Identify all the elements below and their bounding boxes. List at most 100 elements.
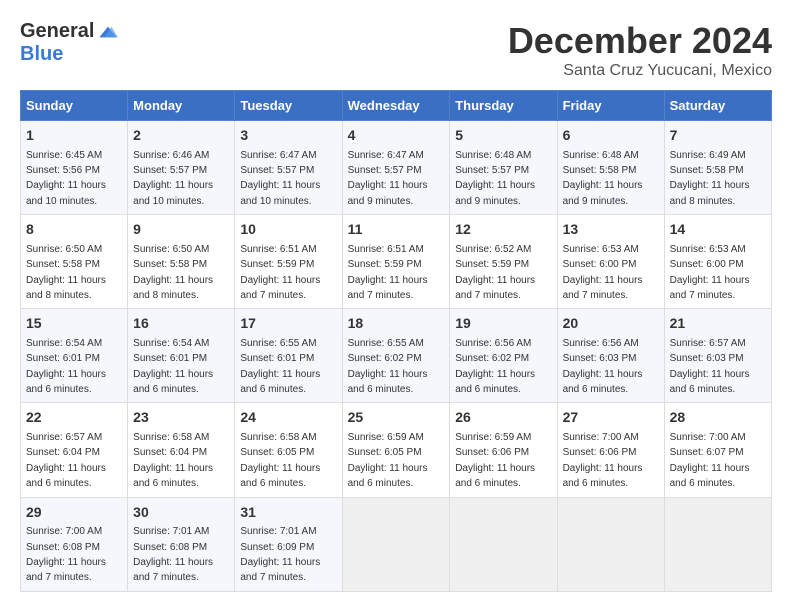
- day-number: 31: [240, 503, 336, 523]
- logo-general: General: [20, 20, 94, 43]
- day-info: Sunrise: 6:45 AM Sunset: 5:56 PM Dayligh…: [26, 150, 106, 207]
- day-info: Sunrise: 6:48 AM Sunset: 5:58 PM Dayligh…: [563, 150, 643, 207]
- day-info: Sunrise: 6:58 AM Sunset: 6:04 PM Dayligh…: [133, 432, 213, 489]
- calendar-cell: 1 Sunrise: 6:45 AM Sunset: 5:56 PM Daylig…: [21, 121, 128, 215]
- calendar-cell: 22 Sunrise: 6:57 AM Sunset: 6:04 PM Dayli…: [21, 403, 128, 497]
- day-info: Sunrise: 7:01 AM Sunset: 6:08 PM Dayligh…: [133, 526, 213, 583]
- day-number: 20: [563, 314, 659, 334]
- day-info: Sunrise: 6:47 AM Sunset: 5:57 PM Dayligh…: [240, 150, 320, 207]
- calendar-cell: [557, 497, 664, 591]
- calendar-header-row: SundayMondayTuesdayWednesdayThursdayFrid…: [21, 91, 772, 121]
- day-number: 1: [26, 126, 122, 146]
- day-info: Sunrise: 6:47 AM Sunset: 5:57 PM Dayligh…: [348, 150, 428, 207]
- day-number: 4: [348, 126, 445, 146]
- day-info: Sunrise: 6:56 AM Sunset: 6:02 PM Dayligh…: [455, 338, 535, 395]
- day-info: Sunrise: 6:48 AM Sunset: 5:57 PM Dayligh…: [455, 150, 535, 207]
- calendar-cell: 28 Sunrise: 7:00 AM Sunset: 6:07 PM Dayli…: [664, 403, 771, 497]
- day-info: Sunrise: 6:57 AM Sunset: 6:03 PM Dayligh…: [670, 338, 750, 395]
- day-number: 29: [26, 503, 122, 523]
- month-title: December 2024: [508, 20, 772, 62]
- calendar-header-wednesday: Wednesday: [342, 91, 450, 121]
- calendar-cell: 5Sunrise: 6:48 AM Sunset: 5:57 PM Daylig…: [450, 121, 557, 215]
- calendar-cell: 16 Sunrise: 6:54 AM Sunset: 6:01 PM Dayli…: [128, 309, 235, 403]
- day-number: 11: [348, 220, 445, 240]
- calendar-header-friday: Friday: [557, 91, 664, 121]
- day-info: Sunrise: 6:57 AM Sunset: 6:04 PM Dayligh…: [26, 432, 106, 489]
- day-number: 8: [26, 220, 122, 240]
- calendar-cell: 4 Sunrise: 6:47 AM Sunset: 5:57 PM Daylig…: [342, 121, 450, 215]
- day-number: 16: [133, 314, 229, 334]
- calendar-cell: 19Sunrise: 6:56 AM Sunset: 6:02 PM Dayli…: [450, 309, 557, 403]
- day-number: 15: [26, 314, 122, 334]
- day-info: Sunrise: 6:46 AM Sunset: 5:57 PM Dayligh…: [133, 150, 213, 207]
- calendar-header-monday: Monday: [128, 91, 235, 121]
- calendar-cell: 13 Sunrise: 6:53 AM Sunset: 6:00 PM Dayli…: [557, 215, 664, 309]
- day-info: Sunrise: 6:51 AM Sunset: 5:59 PM Dayligh…: [348, 244, 428, 301]
- day-number: 9: [133, 220, 229, 240]
- calendar-cell: 18Sunrise: 6:55 AM Sunset: 6:02 PM Dayli…: [342, 309, 450, 403]
- day-number: 21: [670, 314, 766, 334]
- calendar-cell: 23 Sunrise: 6:58 AM Sunset: 6:04 PM Dayli…: [128, 403, 235, 497]
- day-info: Sunrise: 6:59 AM Sunset: 6:06 PM Dayligh…: [455, 432, 535, 489]
- calendar-cell: 11 Sunrise: 6:51 AM Sunset: 5:59 PM Dayli…: [342, 215, 450, 309]
- day-number: 14: [670, 220, 766, 240]
- day-number: 27: [563, 408, 659, 428]
- calendar-header-saturday: Saturday: [664, 91, 771, 121]
- calendar-week-2: 8 Sunrise: 6:50 AM Sunset: 5:58 PM Daylig…: [21, 215, 772, 309]
- calendar-cell: [664, 497, 771, 591]
- calendar-week-5: 29 Sunrise: 7:00 AM Sunset: 6:08 PM Dayli…: [21, 497, 772, 591]
- day-info: Sunrise: 7:00 AM Sunset: 6:08 PM Dayligh…: [26, 526, 106, 583]
- day-number: 3: [240, 126, 336, 146]
- day-number: 23: [133, 408, 229, 428]
- day-info: Sunrise: 6:51 AM Sunset: 5:59 PM Dayligh…: [240, 244, 320, 301]
- day-number: 7: [670, 126, 766, 146]
- calendar-cell: 8 Sunrise: 6:50 AM Sunset: 5:58 PM Daylig…: [21, 215, 128, 309]
- day-info: Sunrise: 6:56 AM Sunset: 6:03 PM Dayligh…: [563, 338, 643, 395]
- calendar-header-tuesday: Tuesday: [235, 91, 342, 121]
- day-info: Sunrise: 6:49 AM Sunset: 5:58 PM Dayligh…: [670, 150, 750, 207]
- day-number: 22: [26, 408, 122, 428]
- day-number: 10: [240, 220, 336, 240]
- day-info: Sunrise: 6:53 AM Sunset: 6:00 PM Dayligh…: [670, 244, 750, 301]
- calendar-cell: 2Sunrise: 6:46 AM Sunset: 5:57 PM Daylig…: [128, 121, 235, 215]
- day-info: Sunrise: 6:55 AM Sunset: 6:02 PM Dayligh…: [348, 338, 428, 395]
- day-number: 25: [348, 408, 445, 428]
- calendar-cell: 10 Sunrise: 6:51 AM Sunset: 5:59 PM Dayli…: [235, 215, 342, 309]
- day-info: Sunrise: 6:50 AM Sunset: 5:58 PM Dayligh…: [26, 244, 106, 301]
- calendar-cell: 3 Sunrise: 6:47 AM Sunset: 5:57 PM Daylig…: [235, 121, 342, 215]
- day-info: Sunrise: 7:00 AM Sunset: 6:07 PM Dayligh…: [670, 432, 750, 489]
- calendar-cell: 14 Sunrise: 6:53 AM Sunset: 6:00 PM Dayli…: [664, 215, 771, 309]
- calendar-cell: 6 Sunrise: 6:48 AM Sunset: 5:58 PM Daylig…: [557, 121, 664, 215]
- day-info: Sunrise: 6:52 AM Sunset: 5:59 PM Dayligh…: [455, 244, 535, 301]
- day-info: Sunrise: 6:54 AM Sunset: 6:01 PM Dayligh…: [26, 338, 106, 395]
- day-info: Sunrise: 7:01 AM Sunset: 6:09 PM Dayligh…: [240, 526, 320, 583]
- calendar-cell: 12Sunrise: 6:52 AM Sunset: 5:59 PM Dayli…: [450, 215, 557, 309]
- calendar-week-4: 22 Sunrise: 6:57 AM Sunset: 6:04 PM Dayli…: [21, 403, 772, 497]
- calendar-cell: 17Sunrise: 6:55 AM Sunset: 6:01 PM Dayli…: [235, 309, 342, 403]
- calendar-cell: [342, 497, 450, 591]
- day-number: 13: [563, 220, 659, 240]
- day-number: 26: [455, 408, 551, 428]
- header: General Blue December 2024 Santa Cruz Yu…: [20, 20, 772, 80]
- calendar-cell: 29 Sunrise: 7:00 AM Sunset: 6:08 PM Dayli…: [21, 497, 128, 591]
- calendar: SundayMondayTuesdayWednesdayThursdayFrid…: [20, 90, 772, 592]
- day-number: 6: [563, 126, 659, 146]
- calendar-cell: 7 Sunrise: 6:49 AM Sunset: 5:58 PM Daylig…: [664, 121, 771, 215]
- day-info: Sunrise: 6:54 AM Sunset: 6:01 PM Dayligh…: [133, 338, 213, 395]
- day-info: Sunrise: 6:55 AM Sunset: 6:01 PM Dayligh…: [240, 338, 320, 395]
- day-number: 28: [670, 408, 766, 428]
- calendar-cell: 30Sunrise: 7:01 AM Sunset: 6:08 PM Dayli…: [128, 497, 235, 591]
- calendar-header-sunday: Sunday: [21, 91, 128, 121]
- calendar-cell: [450, 497, 557, 591]
- day-info: Sunrise: 6:50 AM Sunset: 5:58 PM Dayligh…: [133, 244, 213, 301]
- day-info: Sunrise: 6:58 AM Sunset: 6:05 PM Dayligh…: [240, 432, 320, 489]
- logo-icon: [98, 22, 118, 42]
- day-info: Sunrise: 6:59 AM Sunset: 6:05 PM Dayligh…: [348, 432, 428, 489]
- day-info: Sunrise: 7:00 AM Sunset: 6:06 PM Dayligh…: [563, 432, 643, 489]
- calendar-cell: 24Sunrise: 6:58 AM Sunset: 6:05 PM Dayli…: [235, 403, 342, 497]
- logo-blue: Blue: [20, 43, 63, 65]
- calendar-cell: 20 Sunrise: 6:56 AM Sunset: 6:03 PM Dayli…: [557, 309, 664, 403]
- logo: General Blue: [20, 20, 118, 66]
- day-info: Sunrise: 6:53 AM Sunset: 6:00 PM Dayligh…: [563, 244, 643, 301]
- calendar-header-thursday: Thursday: [450, 91, 557, 121]
